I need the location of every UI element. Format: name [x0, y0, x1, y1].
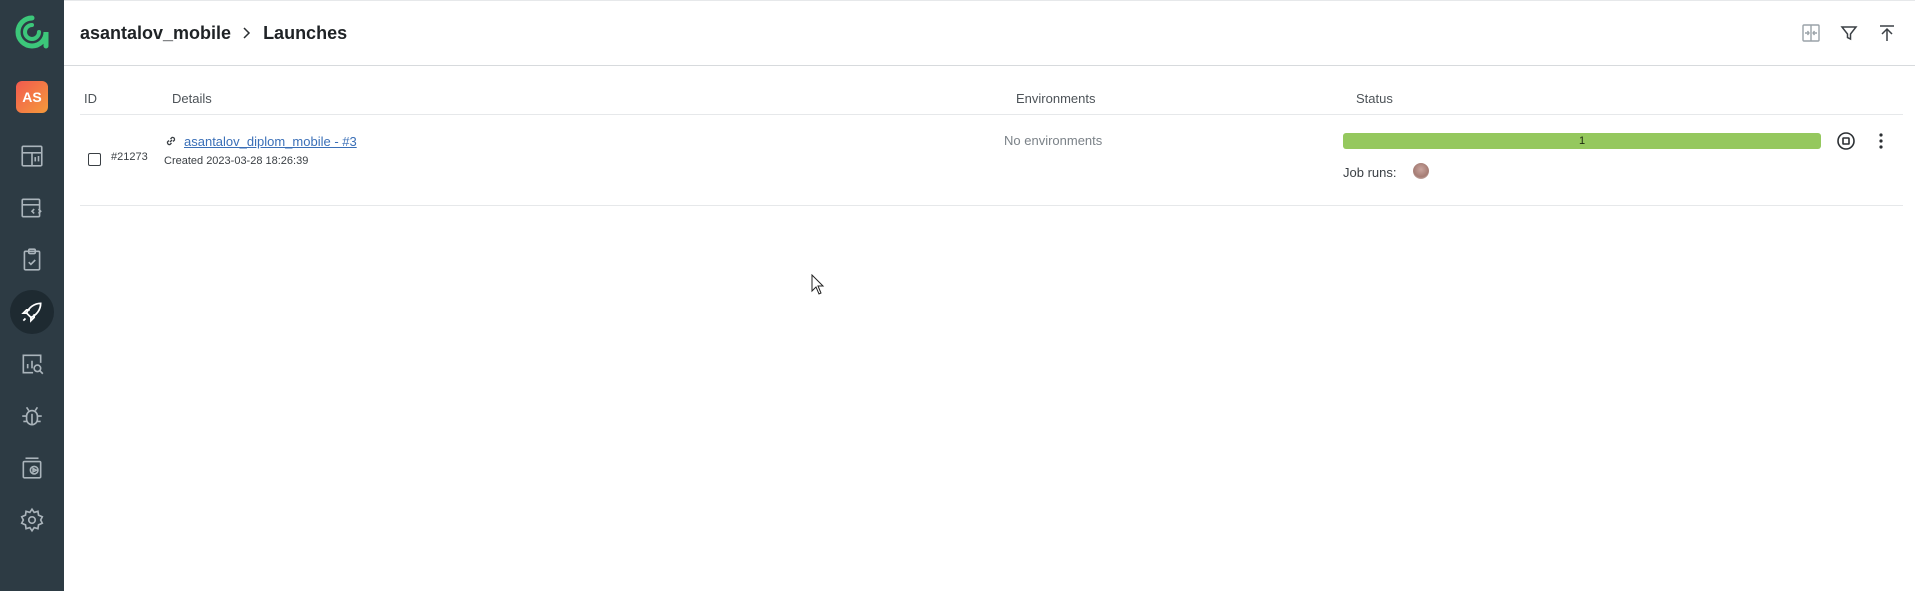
breadcrumb-current-page: Launches	[263, 23, 348, 43]
settings-icon[interactable]	[10, 498, 54, 542]
launch-environments: No environments	[1004, 133, 1103, 148]
analytics-icon[interactable]	[10, 342, 54, 386]
chevron-right-icon	[241, 23, 253, 44]
breadcrumb: asantalov_mobile Launches	[80, 23, 347, 44]
test-plans-icon[interactable]	[10, 238, 54, 282]
column-details[interactable]: Details	[172, 91, 212, 106]
header-actions	[1799, 21, 1899, 45]
jobs-icon[interactable]	[10, 446, 54, 490]
status-progress-bar[interactable]: 1	[1343, 133, 1821, 149]
stop-launch-icon[interactable]	[1835, 130, 1857, 152]
filter-icon[interactable]	[1837, 21, 1861, 45]
job-runs-label: Job runs:	[1343, 165, 1397, 180]
defects-icon[interactable]	[10, 394, 54, 438]
upload-icon[interactable]	[1875, 21, 1899, 45]
compare-icon[interactable]	[1799, 21, 1823, 45]
column-status[interactable]: Status	[1356, 91, 1393, 106]
sidebar: AS	[0, 0, 64, 591]
test-cases-icon[interactable]	[10, 186, 54, 230]
breadcrumb-project[interactable]: asantalov_mobile	[80, 23, 231, 44]
page-header: asantalov_mobile Launches	[64, 0, 1915, 66]
launch-created-date: Created 2023-03-28 18:26:39	[164, 155, 309, 167]
column-environments[interactable]: Environments	[1016, 91, 1095, 106]
allure-logo-icon[interactable]	[14, 14, 50, 50]
dashboard-icon[interactable]	[10, 134, 54, 178]
mouse-cursor-icon	[811, 273, 825, 296]
launch-id: #21273	[111, 151, 148, 163]
user-avatar[interactable]: AS	[16, 81, 48, 113]
link-icon	[164, 134, 178, 148]
launches-icon[interactable]	[10, 290, 54, 334]
more-options-icon[interactable]	[1870, 130, 1892, 152]
column-id[interactable]: ID	[84, 91, 97, 106]
row-checkbox[interactable]	[88, 153, 101, 166]
launches-table-header: ID Details Environments Status	[80, 88, 1903, 115]
launch-name-link[interactable]: asantalov_diplom_mobile - #3	[184, 134, 357, 149]
table-row[interactable]: #21273 asantalov_diplom_mobile - #3 Crea…	[80, 115, 1903, 206]
job-run-avatar-icon[interactable]	[1413, 163, 1429, 179]
